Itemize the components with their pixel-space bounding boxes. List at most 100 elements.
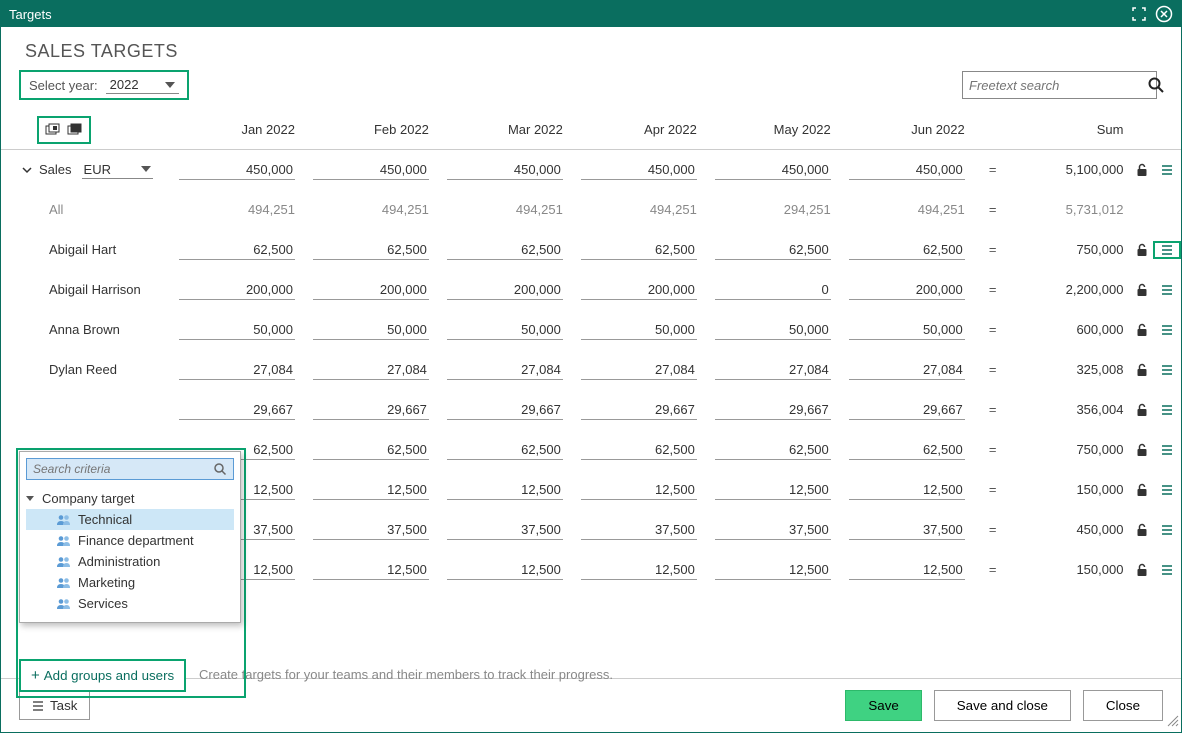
cell[interactable]: 37,500 [849,520,983,540]
cell[interactable]: 12,500 [849,480,983,500]
cell[interactable]: 450,000 [447,160,581,180]
cell[interactable]: 27,084 [313,360,447,380]
cell[interactable]: 200,000 [313,280,447,300]
cell[interactable]: 200,000 [179,280,313,300]
tree-item[interactable]: Technical [26,509,234,530]
search-input[interactable] [969,78,1147,93]
tree-item[interactable]: Services [26,593,234,614]
lock-icon[interactable] [1131,563,1153,577]
row-menu-button[interactable] [1153,523,1181,537]
cell[interactable]: 62,500 [581,240,715,260]
cell[interactable]: 50,000 [581,320,715,340]
cell[interactable]: 29,667 [715,400,849,420]
tree-item[interactable]: Finance department [26,530,234,551]
lock-icon[interactable] [1131,363,1153,377]
resize-handle-icon[interactable] [1165,713,1179,730]
close-icon[interactable] [1155,5,1173,23]
chevron-down-icon[interactable] [21,164,33,176]
tree-item[interactable]: Marketing [26,572,234,593]
cell[interactable]: 200,000 [849,280,983,300]
cell[interactable]: 50,000 [849,320,983,340]
row-menu-button[interactable] [1153,283,1181,297]
currency-dropdown[interactable]: EUR [82,161,153,179]
cell[interactable]: 29,667 [313,400,447,420]
cell[interactable]: 12,500 [715,560,849,580]
cell[interactable]: 50,000 [179,320,313,340]
lock-icon[interactable] [1131,403,1153,417]
cell[interactable]: 12,500 [849,560,983,580]
search-icon[interactable] [1147,76,1165,94]
lock-icon[interactable] [1131,283,1153,297]
cell[interactable]: 450,000 [313,160,447,180]
task-button[interactable]: Task [19,691,90,720]
save-button[interactable]: Save [845,690,921,721]
close-button[interactable]: Close [1083,690,1163,721]
cell[interactable]: 12,500 [447,480,581,500]
row-menu-button[interactable] [1153,323,1181,337]
cell[interactable]: 62,500 [313,240,447,260]
cell[interactable]: 0 [715,280,849,300]
cell[interactable]: 12,500 [581,480,715,500]
lock-icon[interactable] [1131,163,1153,177]
cell[interactable]: 450,000 [849,160,983,180]
lock-icon[interactable] [1131,523,1153,537]
cell[interactable]: 50,000 [447,320,581,340]
cell[interactable]: 37,500 [313,520,447,540]
cell[interactable]: 27,084 [849,360,983,380]
cell[interactable]: 12,500 [715,480,849,500]
cell[interactable]: 12,500 [447,560,581,580]
row-menu-button[interactable] [1153,563,1181,577]
cell[interactable]: 62,500 [581,440,715,460]
cell[interactable]: 37,500 [715,520,849,540]
cell[interactable]: 50,000 [313,320,447,340]
cell[interactable]: 27,084 [179,360,313,380]
tree-root[interactable]: Company target [26,488,234,509]
tree-item[interactable]: Administration [26,551,234,572]
row-menu-button[interactable] [1153,403,1181,417]
cell[interactable]: 62,500 [715,240,849,260]
row-menu-button[interactable] [1153,443,1181,457]
cell[interactable]: 62,500 [313,440,447,460]
cell[interactable]: 37,500 [581,520,715,540]
cell[interactable]: 62,500 [849,440,983,460]
cell[interactable]: 29,667 [179,400,313,420]
cell[interactable]: 62,500 [447,440,581,460]
cell[interactable]: 450,000 [581,160,715,180]
cell[interactable]: 27,084 [715,360,849,380]
lock-icon[interactable] [1131,443,1153,457]
cell[interactable]: 62,500 [849,240,983,260]
cell[interactable]: 12,500 [313,560,447,580]
row-menu-button[interactable] [1153,241,1181,259]
criteria-search[interactable] [26,458,234,480]
cell[interactable]: 37,500 [447,520,581,540]
cell[interactable]: 29,667 [447,400,581,420]
row-menu-button[interactable] [1153,483,1181,497]
cell[interactable]: 450,000 [715,160,849,180]
cell[interactable]: 29,667 [849,400,983,420]
expand-all-button[interactable] [45,123,61,137]
row-menu-button[interactable] [1153,163,1181,177]
cell[interactable]: 27,084 [447,360,581,380]
cell[interactable]: 50,000 [715,320,849,340]
year-dropdown[interactable]: 2022 [106,76,179,94]
lock-icon[interactable] [1131,483,1153,497]
maximize-icon[interactable] [1131,6,1147,22]
cell[interactable]: 29,667 [581,400,715,420]
cell[interactable]: 200,000 [447,280,581,300]
cell[interactable]: 62,500 [179,240,313,260]
cell[interactable]: 12,500 [581,560,715,580]
criteria-search-input[interactable] [33,462,213,476]
cell[interactable]: 62,500 [715,440,849,460]
cell[interactable]: 200,000 [581,280,715,300]
add-groups-button[interactable]: + Add groups and users [19,659,186,692]
search-box[interactable] [962,71,1157,99]
row-menu-button[interactable] [1153,363,1181,377]
lock-icon[interactable] [1131,323,1153,337]
lock-icon[interactable] [1131,243,1153,257]
save-and-close-button[interactable]: Save and close [934,690,1071,721]
cell[interactable]: 12,500 [313,480,447,500]
cell[interactable]: 27,084 [581,360,715,380]
collapse-all-button[interactable] [67,123,83,137]
cell[interactable]: 450,000 [179,160,313,180]
cell[interactable]: 62,500 [447,240,581,260]
